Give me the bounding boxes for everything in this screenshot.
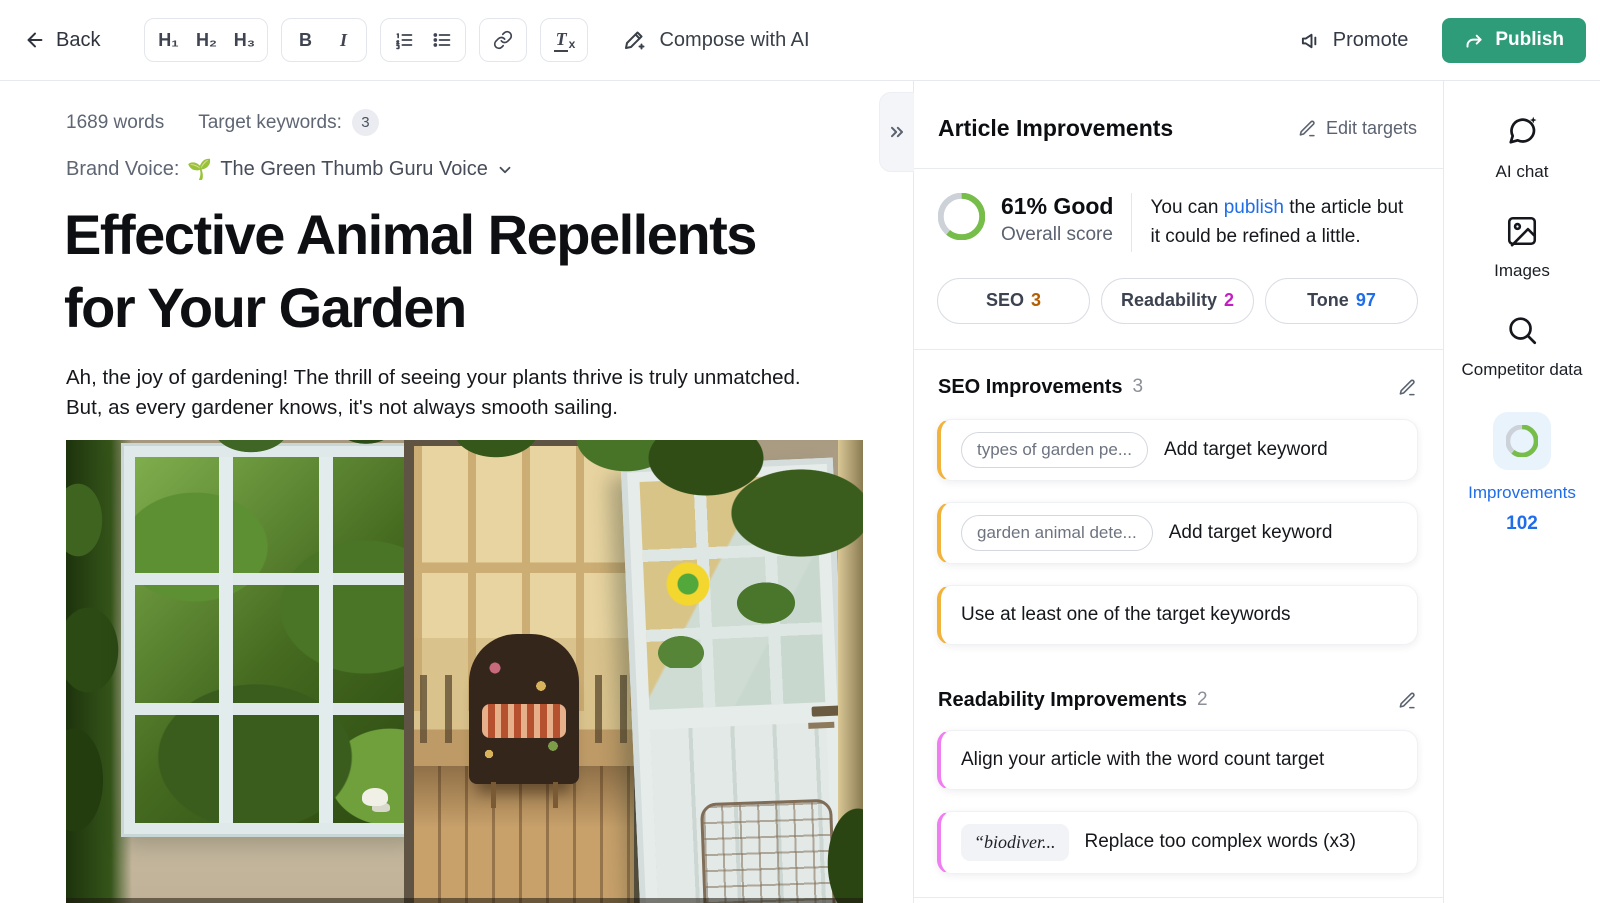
pencil-icon [1298,119,1317,138]
edit-targets-button[interactable]: Edit targets [1298,118,1417,139]
publish-link[interactable]: publish [1224,197,1284,218]
arrow-left-icon [24,29,46,51]
improvements-active-tile [1493,412,1551,470]
pen-sparkle-icon [623,28,647,52]
search-icon [1505,313,1539,347]
rail-item-ai-chat[interactable]: AI chat [1457,113,1587,184]
link-button[interactable] [484,22,522,58]
brand-voice-value: The Green Thumb Guru Voice [220,158,488,181]
photo-wood-floor [414,766,634,903]
heading-format-group: H₁ H₂ H₃ [144,18,268,62]
collapse-panel-button[interactable] [879,92,914,172]
word-count: 1689 words [66,112,164,134]
editor-canvas[interactable]: 1689 words Target keywords: 3 Brand Voic… [0,81,913,903]
score-pills: SEO 3 Readability 2 Tone 97 [914,252,1443,350]
clear-formatting-icon: T [554,29,568,52]
h3-button[interactable]: H₃ [225,22,263,58]
article-title[interactable]: Effective Animal Repellents for Your Gar… [64,199,824,345]
compose-label: Compose with AI [659,29,809,52]
seo-improvements-header: SEO Improvements 3 [914,350,1443,399]
target-keywords-label: Target keywords: [198,112,342,134]
seo-improvement-card[interactable]: Use at least one of the target keywords [937,585,1418,645]
content-editor-app: Back H₁ H₂ H₃ B I Tx [0,0,1600,903]
readability-improvements-count: 2 [1197,689,1398,711]
target-keywords-count-badge[interactable]: 3 [352,109,379,136]
ordered-list-button[interactable] [385,22,423,58]
overall-score-donut [938,193,985,240]
text-style-group: B I [281,18,367,62]
article-improvements-panel: Article Improvements Edit targets 61% Go… [913,81,1443,903]
keyword-chip[interactable]: types of garden pe... [961,432,1148,468]
article-intro[interactable]: Ah, the joy of gardening! The thrill of … [66,363,866,423]
link-icon [493,30,513,50]
seo-improvement-card[interactable]: garden animal dete... Add target keyword [937,502,1418,564]
seo-improvement-cards: types of garden pe... Add target keyword… [914,399,1443,645]
rail-item-images[interactable]: Images [1457,214,1587,283]
edit-targets-label: Edit targets [1326,118,1417,139]
chevron-down-icon [496,161,514,179]
seo-improvement-card[interactable]: types of garden pe... Add target keyword [937,419,1418,481]
overall-score-value: 61% Good [1001,193,1113,220]
improvements-count: 102 [1506,513,1538,535]
h1-button[interactable]: H₁ [149,22,187,58]
progress-donut-icon [1506,425,1538,457]
keyword-chip[interactable]: garden animal dete... [961,515,1153,551]
readability-score-pill[interactable]: Readability 2 [1101,278,1254,324]
publish-button[interactable]: Publish [1442,18,1586,63]
italic-button[interactable]: I [324,22,362,58]
complex-word-chip[interactable]: “biodiver... [961,824,1069,861]
seo-edit-button[interactable] [1398,378,1417,397]
seo-score-pill[interactable]: SEO 3 [937,278,1090,324]
score-message: You can publish the article but it could… [1131,193,1417,252]
target-keywords[interactable]: Target keywords: 3 [198,109,379,136]
readability-improvement-card[interactable]: “biodiver... Replace too complex words (… [937,811,1418,874]
overall-score-caption: Overall score [1001,224,1113,246]
clear-formatting-button[interactable]: Tx [545,22,583,58]
seo-improvements-count: 3 [1133,376,1398,398]
bold-button[interactable]: B [286,22,324,58]
publish-label: Publish [1495,29,1564,51]
right-rail: AI chat Images Competitor data Improveme… [1443,81,1600,903]
megaphone-icon [1300,29,1323,52]
ordered-list-icon [394,30,414,50]
tone-score-pill[interactable]: Tone 97 [1265,278,1418,324]
photo-cushion [482,704,566,738]
overall-score-block: 61% Good Overall score You can publish t… [914,169,1443,252]
rail-item-improvements[interactable]: Improvements 102 [1457,412,1587,535]
bullet-list-icon [432,30,452,50]
photo-overhanging-foliage [66,440,863,668]
h2-button[interactable]: H₂ [187,22,225,58]
bullet-list-button[interactable] [423,22,461,58]
rail-item-competitor-data[interactable]: Competitor data [1457,313,1587,382]
back-label: Back [56,29,100,52]
double-chevron-right-icon [887,122,907,142]
list-group [380,18,466,62]
article-image[interactable] [66,440,863,903]
readability-improvements-header: Readability Improvements 2 [914,645,1443,712]
readability-improvement-card[interactable]: Align your article with the word count t… [937,730,1418,790]
picture-icon [1505,214,1539,248]
photo-bird-statue [362,788,388,806]
pencil-icon [1398,378,1417,397]
document-meta: 1689 words Target keywords: 3 [66,109,379,136]
brand-voice-selector[interactable]: Brand Voice: 🌱 The Green Thumb Guru Voic… [66,157,514,182]
compose-with-ai-button[interactable]: Compose with AI [623,28,809,52]
seedling-emoji: 🌱 [187,157,212,182]
link-group [479,18,527,62]
promote-label: Promote [1333,29,1409,52]
pencil-icon [1398,691,1417,710]
readability-edit-button[interactable] [1398,691,1417,710]
promote-button[interactable]: Promote [1300,29,1409,52]
share-arrow-icon [1464,30,1485,51]
panel-title: Article Improvements [938,115,1173,142]
panel-header: Article Improvements Edit targets [914,81,1443,169]
back-button[interactable]: Back [24,29,100,52]
brand-voice-label: Brand Voice: [66,158,179,181]
top-toolbar: Back H₁ H₂ H₃ B I Tx [0,0,1600,81]
photo-right-grass [813,793,863,903]
clear-format-group: Tx [540,18,588,62]
panel-bottom-divider [914,897,1443,898]
chat-sparkle-icon [1504,113,1540,149]
readability-improvement-cards: Align your article with the word count t… [914,712,1443,874]
